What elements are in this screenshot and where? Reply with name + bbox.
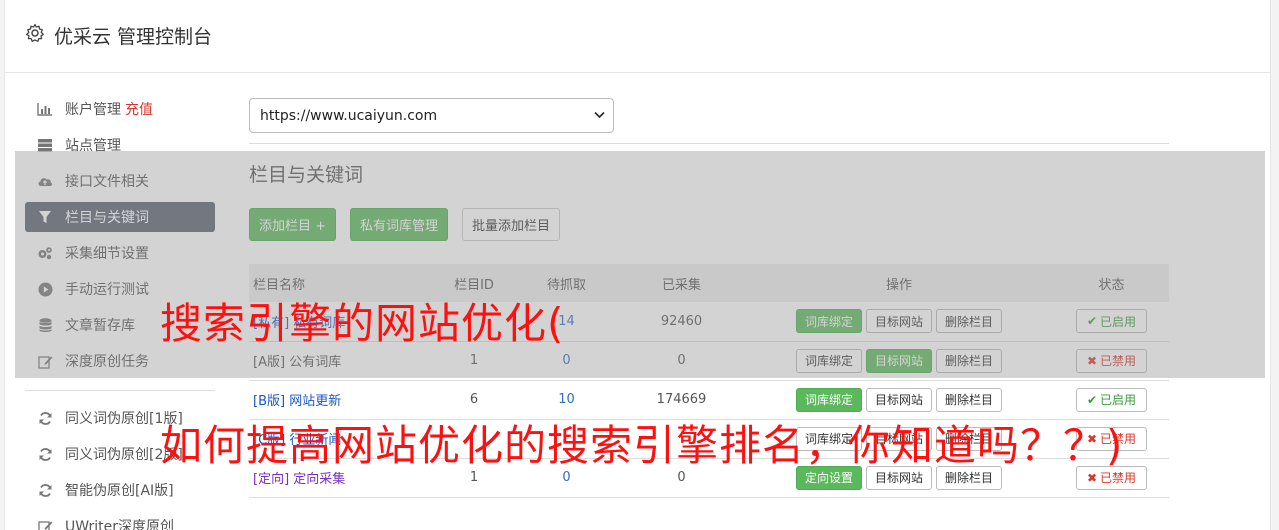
watermark-line-2: 如何提高网站优化的搜索引擎排名，你知道吗？？) [160,421,1124,470]
page-header: 优采云 管理控制台 [5,0,1270,73]
separator [249,143,1169,144]
sidebar-item-label: UWriter深度原创 [65,519,174,530]
sidebar-item-ai-rewrite[interactable]: 智能伪原创[AI版] [25,475,215,505]
site-select-value: https://www.ucaiyun.com [260,107,438,124]
target-site-button[interactable]: 目标网站 [865,387,932,412]
sidebar-item-uwriter[interactable]: UWriter深度原创 [25,511,215,530]
refresh-icon [37,446,53,462]
lib-bind-button[interactable]: 词库绑定 [795,387,862,412]
status-text: 已启用 [1100,393,1137,407]
sidebar-item-label: 智能伪原创[AI版] [65,483,174,499]
column-name: 定向采集 [293,472,346,487]
delete-column-button[interactable]: 删除栏目 [936,387,1003,412]
recharge-link[interactable]: 充值 [125,99,153,119]
refresh-icon [37,410,53,426]
column-tag: [定向] [253,472,290,487]
bar-chart-icon [37,101,53,117]
chevron-down-icon [594,111,605,119]
column-name: 网站更新 [289,394,342,409]
sidebar-item-label: 账户管理 [65,102,121,118]
refresh-icon [37,482,53,498]
check-icon: ✔ [1086,392,1098,407]
edit-icon [37,518,53,530]
site-select[interactable]: https://www.ucaiyun.com [249,98,614,133]
watermark-line-1: 搜索引擎的网站优化( [160,299,565,348]
page-title: 优采云 管理控制台 [54,26,213,48]
status-badge[interactable]: ✔ 已启用 [1075,387,1148,412]
gear-icon [26,23,44,42]
sidebar-divider [25,390,215,391]
sidebar-item-account[interactable]: 账户管理 充值 [25,94,215,124]
column-tag: [B版] [253,394,286,409]
